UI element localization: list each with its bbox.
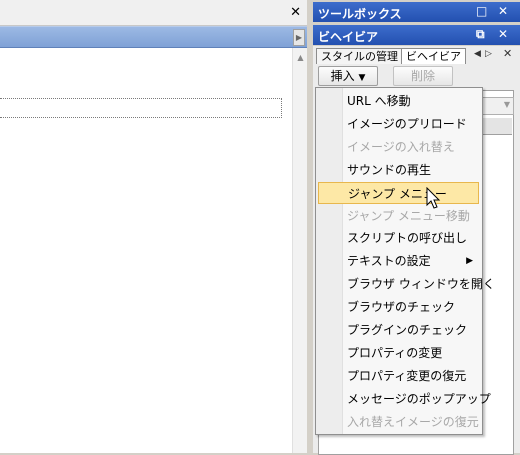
menu-item: イメージの入れ替え	[318, 136, 479, 158]
list-header	[480, 118, 512, 135]
menu-item[interactable]: イメージのプリロード	[318, 113, 479, 135]
behavior-titlebar[interactable]: ビヘイビア ⧉ ✕	[313, 25, 520, 45]
menu-item-label: イメージの入れ替え	[347, 139, 455, 154]
insert-menu: URL へ移動イメージのプリロード イメージの入れ替え サウンドの再生ジャンプ メニ…	[315, 87, 495, 435]
menu-item[interactable]: テキストの設定 ▶	[318, 250, 479, 272]
tab-next-icon[interactable]: ▷	[485, 49, 492, 59]
insert-label: 挿入	[330, 69, 355, 83]
menu-item[interactable]: ブラウザ ウィンドウを開く	[318, 273, 495, 295]
menu-item[interactable]: ブラウザのチェック	[318, 296, 479, 318]
event-combo[interactable]: ▼	[480, 97, 514, 115]
menu-item-label: サウンドの再生	[347, 162, 432, 177]
insert-button[interactable]: 挿入 ▼	[318, 66, 378, 86]
menu-item: ジャンプ メニュー移動	[318, 205, 479, 227]
close-icon[interactable]: ✕	[503, 47, 512, 60]
vertical-scrollbar[interactable]: ▲	[292, 48, 308, 453]
tab-style-manager[interactable]: スタイルの管理	[316, 48, 403, 64]
menu-item[interactable]: プラグインのチェック	[318, 319, 479, 341]
menu-item[interactable]: サウンドの再生	[318, 159, 479, 181]
menu-item[interactable]: URL へ移動	[318, 90, 479, 112]
menu-item[interactable]: プロパティの変更	[318, 342, 479, 364]
selected-element-outline[interactable]	[0, 98, 282, 118]
toolbox-title: ツールボックス	[318, 7, 402, 21]
tab-scroll-right-icon[interactable]: ▶	[293, 29, 305, 46]
menu-item: 入れ替えイメージの復元	[318, 411, 479, 433]
toolbox-titlebar[interactable]: ツールボックス □ ✕	[313, 2, 520, 22]
scroll-up-icon[interactable]: ▲	[294, 51, 307, 65]
close-icon[interactable]: ✕	[498, 27, 508, 41]
mouse-cursor-icon	[426, 187, 441, 209]
close-document-icon[interactable]: ✕	[290, 5, 301, 20]
behavior-title: ビヘイビア	[318, 30, 379, 44]
menu-item[interactable]: スクリプトの呼び出し	[318, 227, 479, 249]
menu-item-label: テキストの設定	[347, 254, 431, 269]
menu-item-label: イメージのプリロード	[347, 116, 467, 131]
chevron-down-icon: ▼	[358, 73, 366, 83]
close-icon[interactable]: ✕	[498, 4, 508, 18]
menu-item-label: スクリプトの呼び出し	[347, 231, 468, 246]
menu-item-label: プロパティ変更の復元	[347, 368, 467, 383]
menu-item-label: ブラウザのチェック	[347, 300, 456, 315]
menu-item-label: 入れ替えイメージの復元	[347, 414, 479, 429]
delete-button[interactable]: 削除	[393, 66, 453, 86]
document-header: ✕	[0, 0, 307, 26]
menu-item-label: ジャンプ メニュー移動	[347, 208, 470, 223]
tab-behavior[interactable]: ビヘイビア	[401, 48, 466, 65]
menu-item[interactable]: メッセージのポップアップ	[318, 388, 491, 410]
submenu-arrow-icon: ▶	[466, 256, 473, 267]
menu-item-label: ブラウザ ウィンドウを開く	[347, 277, 495, 292]
panel-tabs: スタイルの管理 ビヘイビア ◀ ▷ ✕	[313, 46, 520, 65]
menu-item[interactable]: プロパティ変更の復元	[318, 365, 479, 387]
menu-item[interactable]: ジャンプ メニュー	[318, 181, 479, 204]
design-canvas[interactable]	[0, 48, 292, 453]
tab-prev-icon[interactable]: ◀	[474, 49, 481, 59]
document-tab-bar: ▶	[0, 26, 307, 48]
menu-item-label: メッセージのポップアップ	[347, 391, 491, 406]
menu-item-label: URL へ移動	[347, 94, 411, 108]
restore-icon[interactable]: ⧉	[476, 27, 485, 42]
menu-item-label: プラグインのチェック	[347, 323, 468, 337]
maximize-icon[interactable]: □	[476, 4, 487, 18]
menu-item-label: プロパティの変更	[347, 345, 443, 360]
chevron-down-icon: ▼	[503, 100, 510, 109]
